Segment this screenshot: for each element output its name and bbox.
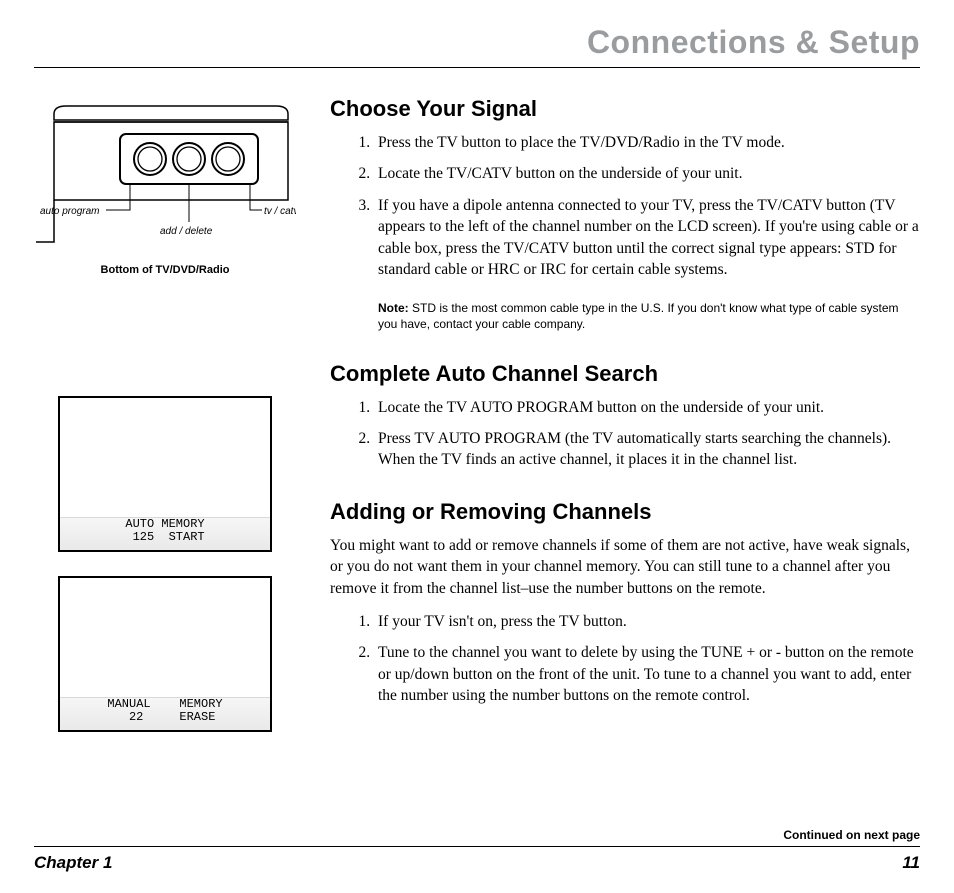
page-header-title: Connections & Setup: [34, 24, 920, 61]
content-columns: auto program add / delete tv / catv Bott…: [34, 96, 920, 756]
left-column: auto program add / delete tv / catv Bott…: [34, 96, 296, 756]
continued-label: Continued on next page: [34, 828, 920, 842]
step: Press the TV button to place the TV/DVD/…: [374, 132, 920, 153]
heading-add-remove: Adding or Removing Channels: [330, 499, 920, 525]
chapter-label: Chapter 1: [34, 853, 112, 873]
section-add-remove: Adding or Removing Channels You might wa…: [330, 499, 920, 707]
note-text: STD is the most common cable type in the…: [378, 301, 899, 331]
step: If your TV isn't on, press the TV button…: [374, 611, 920, 632]
step: Tune to the channel you want to delete b…: [374, 642, 920, 706]
section-choose-signal: Choose Your Signal Press the TV button t…: [330, 96, 920, 333]
auto-search-steps: Locate the TV AUTO PROGRAM button on the…: [330, 397, 920, 471]
add-remove-intro: You might want to add or remove channels…: [330, 535, 920, 599]
screen-auto-memory: AUTO MEMORY 125 START: [58, 396, 272, 552]
note-block: Note: STD is the most common cable type …: [378, 300, 920, 332]
step: If you have a dipole antenna connected t…: [374, 195, 920, 281]
heading-auto-search: Complete Auto Channel Search: [330, 361, 920, 387]
label-auto-program: auto program: [40, 206, 99, 217]
screen-manual-memory: MANUAL MEMORY 22 ERASE: [58, 576, 272, 732]
diagram-caption: Bottom of TV/DVD/Radio: [34, 264, 296, 276]
device-diagram: auto program add / delete tv / catv: [34, 102, 296, 252]
screen-manual-text: MANUAL MEMORY 22 ERASE: [60, 698, 270, 724]
step: Press TV AUTO PROGRAM (the TV automatica…: [374, 428, 920, 471]
label-add-delete: add / delete: [160, 226, 213, 237]
step: Locate the TV/CATV button on the undersi…: [374, 163, 920, 184]
add-remove-steps: If your TV isn't on, press the TV button…: [330, 611, 920, 707]
page-footer: Continued on next page Chapter 1 11: [34, 828, 920, 873]
right-column: Choose Your Signal Press the TV button t…: [330, 96, 920, 756]
header-rule: [34, 67, 920, 68]
footer-rule: [34, 846, 920, 847]
step: Locate the TV AUTO PROGRAM button on the…: [374, 397, 920, 418]
heading-choose-signal: Choose Your Signal: [330, 96, 920, 122]
page-number: 11: [902, 853, 920, 873]
choose-signal-steps: Press the TV button to place the TV/DVD/…: [330, 132, 920, 280]
section-auto-search: Complete Auto Channel Search Locate the …: [330, 361, 920, 471]
label-tv-catv: tv / catv: [264, 206, 296, 217]
screen-auto-text: AUTO MEMORY 125 START: [60, 518, 270, 544]
note-label: Note:: [378, 301, 409, 315]
